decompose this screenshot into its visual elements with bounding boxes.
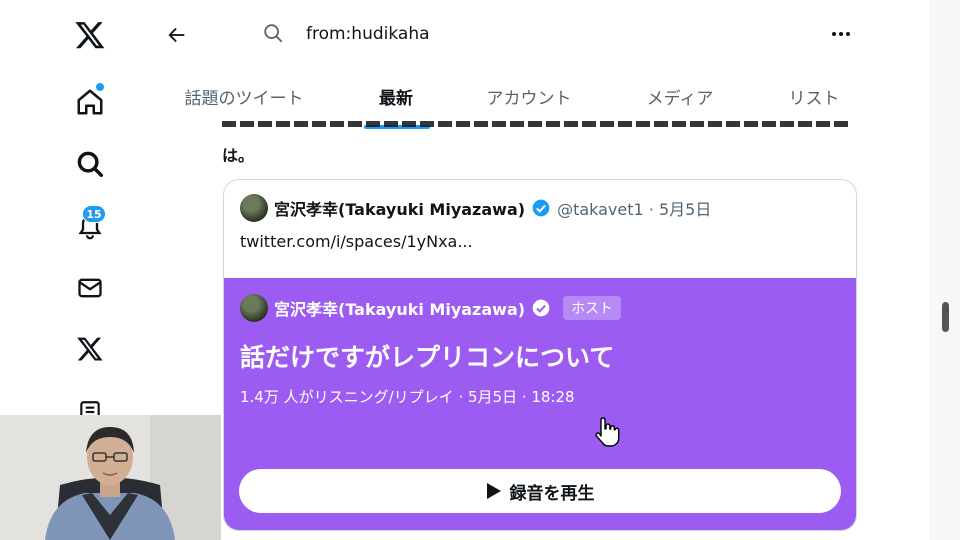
messages-envelope-icon[interactable] bbox=[70, 268, 110, 308]
scrollbar-thumb[interactable] bbox=[942, 302, 949, 332]
space-host-row: 宮沢孝幸(Takayuki Miyazawa) ホスト bbox=[240, 294, 622, 322]
home-icon[interactable] bbox=[70, 82, 110, 122]
search-icon bbox=[260, 20, 286, 46]
webcam-overlay bbox=[0, 415, 221, 540]
play-icon bbox=[486, 483, 501, 499]
play-recording-button[interactable]: 録音を再生 bbox=[239, 469, 841, 513]
explore-search-icon[interactable] bbox=[70, 144, 110, 184]
space-link[interactable]: twitter.com/i/spaces/1yNxa... bbox=[240, 232, 473, 251]
author-handle-date[interactable]: @takavet1 · 5月5日 bbox=[557, 196, 711, 220]
quoted-tweet-card[interactable]: 宮沢孝幸(Takayuki Miyazawa) @takavet1 · 5月5日… bbox=[223, 179, 857, 531]
space-card[interactable]: 宮沢孝幸(Takayuki Miyazawa) ホスト 話だけですがレプリコンに… bbox=[224, 278, 856, 530]
verified-badge-icon bbox=[532, 299, 550, 317]
avatar[interactable] bbox=[240, 194, 268, 222]
more-options-icon[interactable] bbox=[826, 20, 856, 48]
space-title: 話だけですがレプリコンについて bbox=[240, 343, 615, 372]
notifications-badge: 15 bbox=[82, 205, 106, 223]
host-label: ホスト bbox=[563, 296, 622, 320]
home-unread-dot bbox=[96, 83, 104, 91]
x-logo-icon[interactable] bbox=[70, 15, 110, 55]
hand-cursor-icon bbox=[595, 417, 620, 447]
back-button[interactable] bbox=[162, 20, 192, 50]
verified-badge-icon bbox=[532, 199, 550, 217]
author-name[interactable]: 宮沢孝幸(Takayuki Miyazawa) bbox=[274, 196, 525, 220]
space-meta: 1.4万 人がリスニング/リプレイ · 5月5日 · 18:28 bbox=[240, 388, 575, 406]
play-recording-label: 録音を再生 bbox=[509, 483, 595, 504]
search-input[interactable] bbox=[306, 20, 786, 48]
clipped-tweet-text-line bbox=[222, 121, 852, 127]
tweet-text: は。 bbox=[222, 146, 255, 165]
arrow-left-icon bbox=[168, 27, 185, 43]
host-name: 宮沢孝幸(Takayuki Miyazawa) bbox=[274, 300, 526, 319]
presenter-video-icon bbox=[0, 415, 221, 540]
quoted-tweet-header: 宮沢孝幸(Takayuki Miyazawa) @takavet1 · 5月5日 bbox=[240, 194, 711, 222]
premium-x-icon[interactable] bbox=[70, 329, 110, 369]
host-avatar bbox=[240, 294, 268, 322]
